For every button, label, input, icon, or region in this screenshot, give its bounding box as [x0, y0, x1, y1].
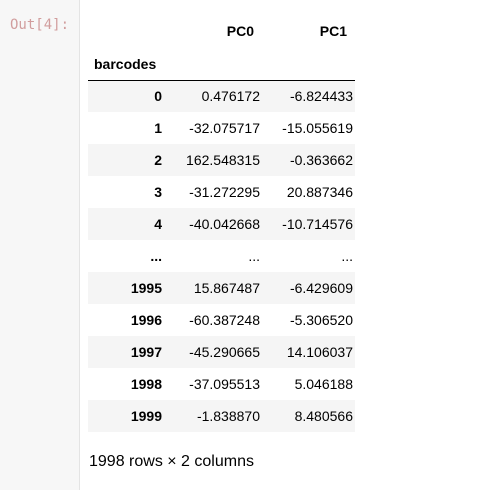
- row-index: 1995: [130, 280, 162, 296]
- cell-pc0: -37.095513: [189, 376, 260, 392]
- cell-pc0: -45.290665: [189, 344, 260, 360]
- column-header-pc0: PC0: [226, 23, 254, 39]
- cell-pc1: 20.887346: [286, 184, 353, 200]
- cell-pc1: 5.046188: [294, 376, 353, 392]
- cell-pc0: -32.075717: [189, 120, 260, 136]
- cell-pc1: -6.429609: [289, 280, 353, 296]
- table-row: 1 -32.075717 -15.055619: [88, 112, 355, 144]
- row-index: ...: [150, 248, 162, 264]
- table-row-ellipsis: ... ... ...: [88, 240, 355, 272]
- cell-pc0: -31.272295: [189, 184, 260, 200]
- index-name-header: barcodes: [88, 48, 168, 81]
- output-prompt-label: Out[4]:: [10, 17, 70, 33]
- output-prompt-gutter: Out[4]:: [0, 0, 80, 490]
- cell-pc0: -40.042668: [189, 216, 260, 232]
- column-header-pc1: PC1: [319, 23, 347, 39]
- table-row: 1995 15.867487 -6.429609: [88, 272, 355, 304]
- table-row: 2 162.548315 -0.363662: [88, 144, 355, 176]
- cell-pc1: -15.055619: [282, 120, 353, 136]
- table-row: 3 -31.272295 20.887346: [88, 176, 355, 208]
- dataframe-shape-note: 1998 rows × 2 columns: [89, 453, 254, 470]
- cell-pc0: -60.387248: [189, 312, 260, 328]
- cell-pc1: -6.824433: [289, 88, 353, 105]
- cell-pc0: 15.867487: [193, 280, 260, 296]
- table-row: 4 -40.042668 -10.714576: [88, 208, 355, 240]
- row-index: 1996: [130, 312, 162, 328]
- index-corner-cell: [88, 14, 168, 48]
- cell-pc1: 8.480566: [294, 408, 353, 424]
- dataframe-table: PC0 PC1 barcodes 0 0.476172 -6.824433 1 …: [88, 14, 355, 432]
- table-row: 1997 -45.290665 14.106037: [88, 336, 355, 368]
- row-index: 1997: [130, 344, 162, 360]
- cell-pc1: -5.306520: [289, 312, 353, 328]
- column-header-row: PC0 PC1: [88, 14, 355, 48]
- cell-pc1: -10.714576: [282, 216, 353, 232]
- table-row: 0 0.476172 -6.824433: [88, 80, 355, 112]
- cell-pc0: -1.838870: [196, 408, 260, 424]
- row-index: 1999: [130, 408, 162, 424]
- table-row: 1999 -1.838870 8.480566: [88, 400, 355, 432]
- table-row: 1998 -37.095513 5.046188: [88, 368, 355, 400]
- dataframe-output: PC0 PC1 barcodes 0 0.476172 -6.824433 1 …: [88, 14, 355, 432]
- row-index: 1: [154, 120, 162, 136]
- index-name-blank: [262, 48, 355, 81]
- cell-pc0: ...: [248, 248, 260, 264]
- cell-pc0: 162.548315: [186, 152, 260, 168]
- index-name-blank: [168, 48, 262, 81]
- cell-pc1: ...: [341, 248, 353, 264]
- row-index: 1998: [130, 376, 162, 392]
- cell-pc1: -0.363662: [289, 152, 353, 168]
- row-index: 2: [154, 152, 162, 168]
- row-index: 4: [154, 216, 162, 232]
- cell-pc1: 14.106037: [286, 344, 353, 360]
- index-name-row: barcodes: [88, 48, 355, 81]
- row-index: 0: [154, 88, 162, 105]
- table-row: 1996 -60.387248 -5.306520: [88, 304, 355, 336]
- row-index: 3: [154, 184, 162, 200]
- cell-pc0: 0.476172: [201, 88, 260, 105]
